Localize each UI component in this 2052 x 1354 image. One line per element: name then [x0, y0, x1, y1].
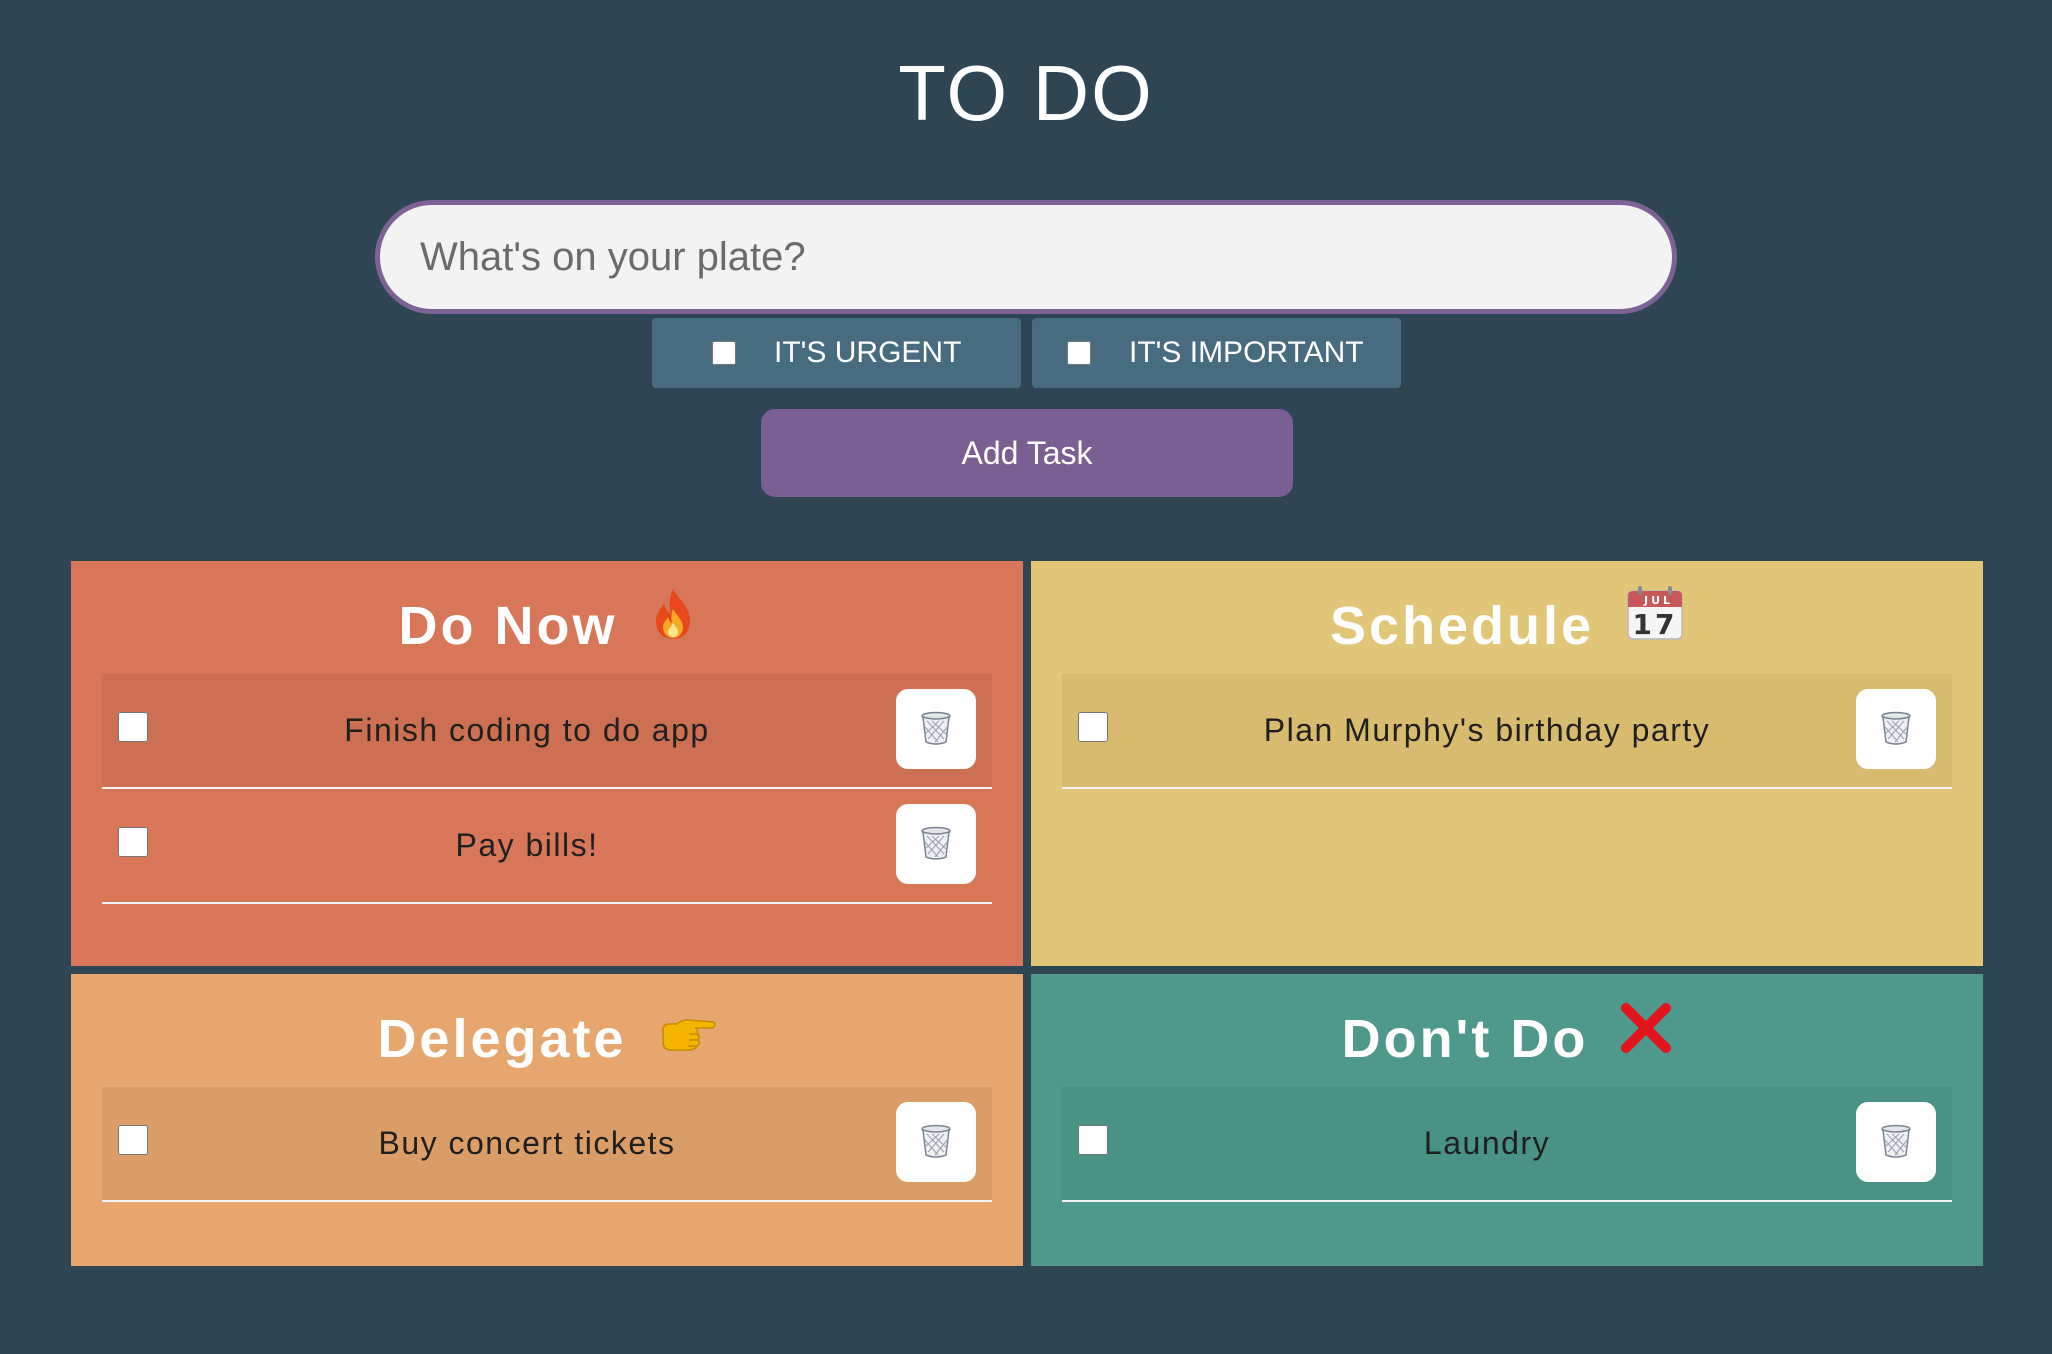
fire-icon	[650, 558, 696, 688]
task-input[interactable]	[375, 200, 1677, 314]
calendar-icon: JUL 17	[1626, 558, 1684, 688]
task-text: Plan Murphy's birthday party	[1263, 712, 1711, 748]
task-text: Finish coding to do app	[344, 712, 710, 748]
quadrant-title: Don't Do	[1062, 974, 1952, 1087]
quadrant-title-text: Do Now	[398, 596, 618, 656]
task-checkbox[interactable]	[118, 712, 148, 742]
quadrant-schedule: Schedule JUL 17 Plan Murphy's birthday p…	[1031, 561, 1983, 966]
quadrant-title-text: Schedule	[1329, 596, 1595, 656]
task-row: Buy concert tickets	[102, 1087, 992, 1202]
task-text: Buy concert tickets	[378, 1125, 676, 1161]
task-checkbox[interactable]	[1078, 1125, 1108, 1155]
quadrant-delegate: Delegate Buy concert tickets	[71, 974, 1023, 1266]
quadrant-title-text: Don't Do	[1341, 1009, 1589, 1069]
quadrant-title: Schedule JUL 17	[1062, 561, 1952, 674]
trash-icon	[920, 826, 952, 863]
important-checkbox[interactable]	[1067, 341, 1091, 365]
pointing-hand-icon	[659, 971, 717, 1101]
urgent-toggle[interactable]: IT'S URGENT	[652, 318, 1021, 388]
quadrant-do-now: Do Now Finish coding to do app Pay bills…	[71, 561, 1023, 966]
urgent-checkbox[interactable]	[712, 341, 736, 365]
urgent-label: IT'S URGENT	[774, 336, 962, 369]
delete-task-button[interactable]	[896, 804, 976, 884]
calendar-month: JUL	[1643, 594, 1673, 607]
important-toggle[interactable]: IT'S IMPORTANT	[1032, 318, 1401, 388]
trash-icon	[920, 711, 952, 748]
task-text: Pay bills!	[455, 827, 599, 863]
delete-task-button[interactable]	[896, 689, 976, 769]
add-task-button[interactable]: Add Task	[761, 409, 1293, 497]
task-row: Laundry	[1062, 1087, 1952, 1202]
delete-task-button[interactable]	[1856, 689, 1936, 769]
trash-icon	[1880, 711, 1912, 748]
quadrant-title-text: Delegate	[377, 1009, 627, 1069]
task-row: Finish coding to do app	[102, 674, 992, 789]
delete-task-button[interactable]	[896, 1102, 976, 1182]
quadrant-title: Delegate	[102, 974, 992, 1087]
task-checkbox[interactable]	[118, 1125, 148, 1155]
delete-task-button[interactable]	[1856, 1102, 1936, 1182]
task-row: Plan Murphy's birthday party	[1062, 674, 1952, 789]
trash-icon	[1880, 1124, 1912, 1161]
calendar-day: 17	[1633, 608, 1678, 641]
quadrant-dont-do: Don't Do Laundry	[1031, 974, 1983, 1266]
trash-icon	[920, 1124, 952, 1161]
task-row: Pay bills!	[102, 789, 992, 904]
cross-mark-icon	[1620, 971, 1672, 1101]
page-title: TO DO	[898, 49, 1154, 137]
task-checkbox[interactable]	[1078, 712, 1108, 742]
important-label: IT'S IMPORTANT	[1129, 336, 1364, 369]
quadrant-title: Do Now	[102, 561, 992, 674]
task-text: Laundry	[1423, 1125, 1551, 1161]
task-checkbox[interactable]	[118, 827, 148, 857]
